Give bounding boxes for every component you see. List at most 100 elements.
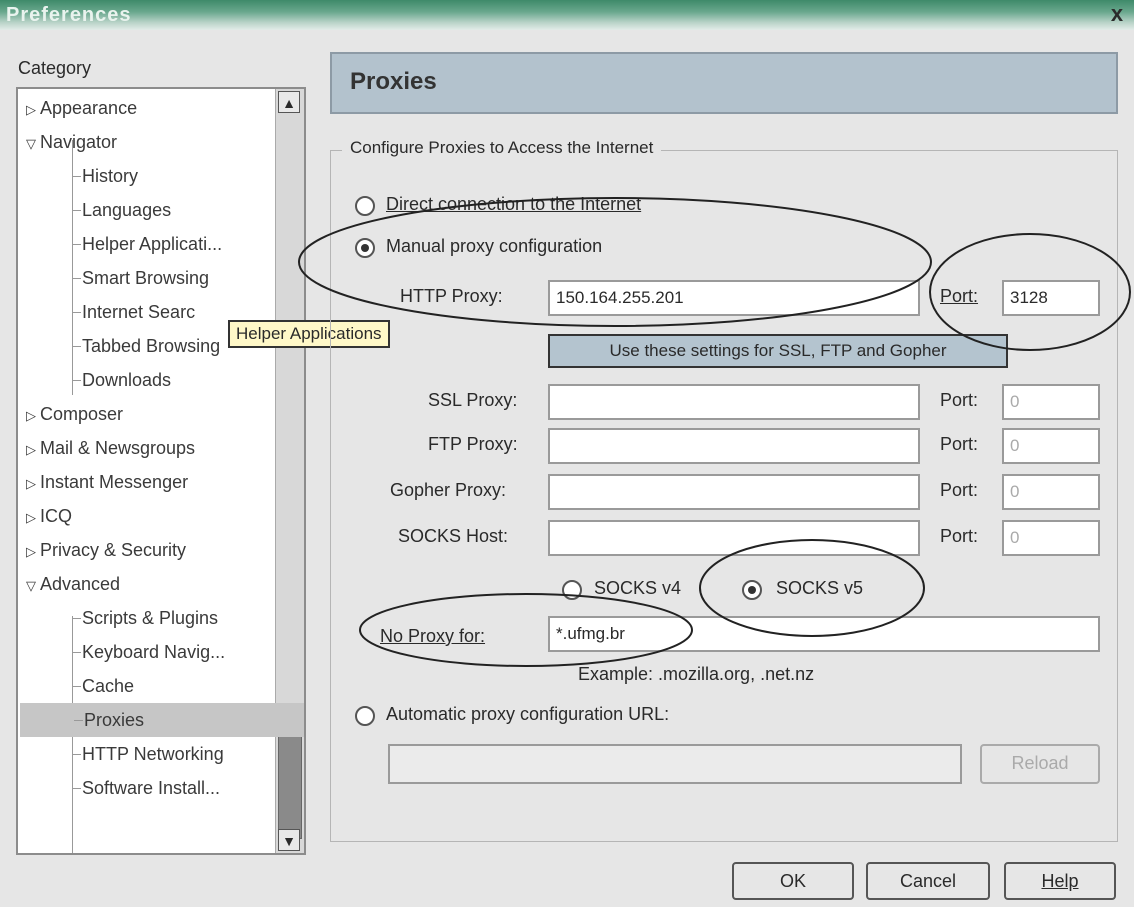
socks-v4-label[interactable]: SOCKS v4 xyxy=(594,578,681,599)
ssl-proxy-input[interactable] xyxy=(548,384,920,420)
sidebar-item-label: Appearance xyxy=(40,98,138,118)
socks-v4-radio[interactable] xyxy=(562,580,582,600)
socks-port-input[interactable]: 0 xyxy=(1002,520,1100,556)
help-button[interactable]: Help xyxy=(1004,862,1116,900)
sidebar-item[interactable]: Smart Browsing xyxy=(18,261,209,295)
sidebar-item[interactable]: ▽ Navigator xyxy=(18,125,117,159)
sidebar-item-label: ICQ xyxy=(40,506,73,526)
scroll-down-icon[interactable]: ▼ xyxy=(278,829,300,851)
sidebar-item[interactable]: Keyboard Navig... xyxy=(18,635,225,669)
cancel-button[interactable]: Cancel xyxy=(866,862,990,900)
gopher-proxy-label: Gopher Proxy: xyxy=(390,480,507,500)
sidebar-item-label: Keyboard Navig... xyxy=(82,642,226,662)
sidebar-item[interactable]: ▷ Composer xyxy=(18,397,123,431)
expanded-icon[interactable]: ▽ xyxy=(26,578,36,593)
sidebar-item-label: Composer xyxy=(40,404,124,424)
collapsed-icon[interactable]: ▷ xyxy=(26,544,36,559)
gopher-port-input[interactable]: 0 xyxy=(1002,474,1100,510)
sidebar-item[interactable]: Software Install... xyxy=(18,771,220,805)
collapsed-icon[interactable]: ▷ xyxy=(26,102,36,117)
auto-proxy-label[interactable]: Automatic proxy configuration URL: xyxy=(386,704,669,725)
socks-v5-radio[interactable] xyxy=(742,580,762,600)
gopher-proxy-input[interactable] xyxy=(548,474,920,510)
sidebar-item[interactable]: ▷ ICQ xyxy=(18,499,72,533)
sidebar-item-label: Internet Searc xyxy=(82,302,196,322)
collapsed-icon[interactable]: ▷ xyxy=(26,442,36,457)
title-bar: Preferences x xyxy=(0,0,1134,30)
socks-host-label: SOCKS Host: xyxy=(398,526,509,546)
sidebar-item[interactable]: Cache xyxy=(18,669,134,703)
use-settings-button[interactable]: Use these settings for SSL, FTP and Goph… xyxy=(548,334,1008,368)
manual-proxy-label[interactable]: Manual proxy configuration xyxy=(386,236,602,257)
sidebar-item[interactable]: ▷ Mail & Newsgroups xyxy=(18,431,195,465)
scroll-thumb[interactable] xyxy=(278,731,302,839)
sidebar-item[interactable]: Languages xyxy=(18,193,171,227)
socks-v5-label[interactable]: SOCKS v5 xyxy=(776,578,863,599)
example-text: Example: .mozilla.org, .net.nz xyxy=(578,664,815,684)
auto-proxy-radio[interactable] xyxy=(355,706,375,726)
sidebar-item[interactable]: Downloads xyxy=(18,363,171,397)
sidebar-item-label: Tabbed Browsing xyxy=(82,336,221,356)
sidebar-item[interactable]: Helper Applicati... xyxy=(18,227,222,261)
panel-header: Proxies xyxy=(330,52,1118,114)
sidebar-item-label: Proxies xyxy=(84,710,145,730)
ssl-proxy-label: SSL Proxy: xyxy=(428,390,518,410)
sidebar-item-label: Languages xyxy=(82,200,172,220)
reload-button[interactable]: Reload xyxy=(980,744,1100,784)
sidebar-item-label: History xyxy=(82,166,139,186)
sidebar-item-label: Helper Applicati... xyxy=(82,234,223,254)
expanded-icon[interactable]: ▽ xyxy=(26,136,36,151)
sidebar-item[interactable]: History xyxy=(18,159,138,193)
page-title: Proxies xyxy=(350,68,437,95)
manual-proxy-radio[interactable] xyxy=(355,238,375,258)
tree-scrollbar[interactable]: ▲ ▼ xyxy=(275,89,304,853)
sidebar-item[interactable]: HTTP Networking xyxy=(18,737,224,771)
sidebar-item-label: Scripts & Plugins xyxy=(82,608,219,628)
no-proxy-label: No Proxy for: xyxy=(380,626,486,646)
sidebar-item-label: Advanced xyxy=(40,574,121,594)
window-title: Preferences xyxy=(6,4,132,26)
sidebar-item-label: Mail & Newsgroups xyxy=(40,438,196,458)
sidebar-item-label: Navigator xyxy=(40,132,118,152)
auto-proxy-url-input[interactable] xyxy=(388,744,962,784)
collapsed-icon[interactable]: ▷ xyxy=(26,476,36,491)
sidebar-item-label: Downloads xyxy=(82,370,172,390)
gopher-port-label: Port: xyxy=(940,480,979,500)
close-icon[interactable]: x xyxy=(1104,2,1130,26)
sidebar-item[interactable]: Scripts & Plugins xyxy=(18,601,218,635)
sidebar-item[interactable]: ▷ Instant Messenger xyxy=(18,465,188,499)
sidebar-item[interactable]: Internet Searc xyxy=(18,295,195,329)
http-proxy-input[interactable]: 150.164.255.201 xyxy=(548,280,920,316)
socks-port-label: Port: xyxy=(940,526,979,546)
sidebar-item[interactable]: Proxies xyxy=(20,703,304,737)
http-port-input[interactable]: 3128 xyxy=(1002,280,1100,316)
direct-connection-label[interactable]: Direct connection to the Internet xyxy=(386,194,641,215)
ssl-port-input[interactable]: 0 xyxy=(1002,384,1100,420)
sidebar-item-label: HTTP Networking xyxy=(82,744,224,764)
direct-connection-radio[interactable] xyxy=(355,196,375,216)
sidebar-item-label: Cache xyxy=(82,676,135,696)
sidebar-item-label: Smart Browsing xyxy=(82,268,210,288)
http-proxy-label: HTTP Proxy: xyxy=(400,286,503,306)
group-title: Configure Proxies to Access the Internet xyxy=(342,138,662,158)
category-tree[interactable]: ▲ ▼ ▷ Appearance ▽ Navigator History Language… xyxy=(16,87,306,855)
scroll-up-icon[interactable]: ▲ xyxy=(278,91,300,113)
ok-button[interactable]: OK xyxy=(732,862,854,900)
collapsed-icon[interactable]: ▷ xyxy=(26,408,36,423)
ssl-port-label: Port: xyxy=(940,390,979,410)
sidebar-item-label: Instant Messenger xyxy=(40,472,189,492)
no-proxy-input[interactable]: *.ufmg.br xyxy=(548,616,1100,652)
sidebar-item[interactable]: ▷ Appearance xyxy=(18,91,137,125)
ftp-port-input[interactable]: 0 xyxy=(1002,428,1100,464)
ftp-port-label: Port: xyxy=(940,434,979,454)
sidebar-item[interactable]: ▷ Privacy & Security xyxy=(18,533,186,567)
collapsed-icon[interactable]: ▷ xyxy=(26,510,36,525)
sidebar-item[interactable]: Tabbed Browsing xyxy=(18,329,220,363)
category-label: Category xyxy=(18,58,92,78)
socks-host-input[interactable] xyxy=(548,520,920,556)
ftp-proxy-input[interactable] xyxy=(548,428,920,464)
http-port-label: Port: xyxy=(940,286,979,306)
sidebar-item[interactable]: ▽ Advanced xyxy=(18,567,120,601)
sidebar-item-label: Privacy & Security xyxy=(40,540,187,560)
sidebar-item-label: Software Install... xyxy=(82,778,221,798)
